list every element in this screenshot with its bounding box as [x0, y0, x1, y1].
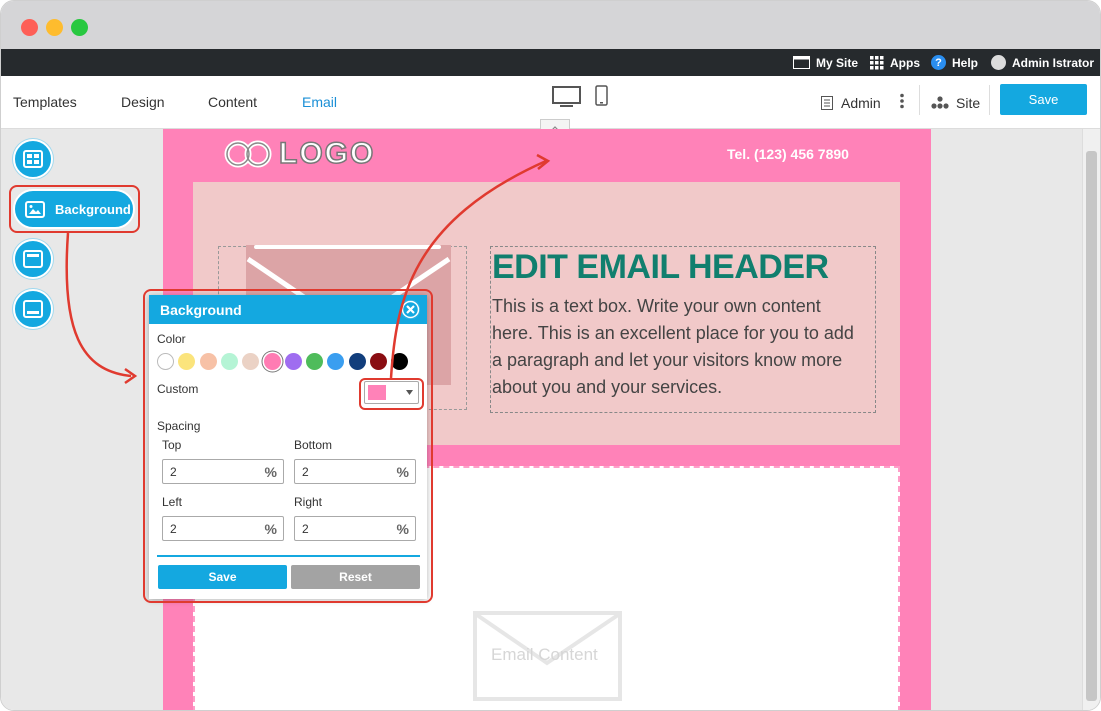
save-button[interactable]: Save	[1000, 84, 1087, 115]
envelope-flap-edge	[254, 245, 441, 249]
right-panel	[931, 129, 1100, 710]
logo-text: LOGO	[278, 136, 376, 171]
window-titlebar	[1, 1, 1100, 49]
editor-navbar: Templates Design Content Email Admin Sit…	[1, 76, 1100, 132]
desktop-view-icon[interactable]	[552, 86, 581, 108]
highlight-box	[9, 185, 140, 233]
help-label: Help	[952, 55, 979, 70]
footer-block-tool-button[interactable]	[13, 289, 53, 329]
header-paragraph: This is a text box. Write your own conte…	[492, 296, 854, 397]
help-link[interactable]: ? Help	[931, 49, 978, 76]
highlight-box	[359, 378, 424, 410]
infinity-logo-icon	[224, 140, 272, 168]
app-window: My Site Apps ? Help Admin Istrator Templ…	[0, 0, 1101, 711]
collapse-toolbar-toggle[interactable]	[540, 119, 570, 132]
header-block-icon	[23, 250, 43, 268]
header-title: EDIT EMAIL HEADER	[492, 248, 829, 286]
header-text-box[interactable]: EDIT EMAIL HEADER This is a text box. Wr…	[490, 246, 876, 413]
apps-link[interactable]: Apps	[870, 49, 920, 76]
tab-email[interactable]: Email	[302, 94, 337, 110]
highlight-box	[143, 289, 433, 603]
scrollbar-thumb[interactable]	[1086, 151, 1097, 701]
tab-content[interactable]: Content	[208, 94, 257, 110]
phone-number[interactable]: Tel. (123) 456 7890	[727, 146, 849, 162]
sitemap-icon	[931, 96, 949, 109]
nav-divider	[919, 85, 920, 115]
browser-window-icon	[793, 56, 810, 69]
nav-divider	[989, 85, 990, 115]
more-options-icon[interactable]	[899, 93, 905, 109]
admin-label: Admin	[841, 95, 881, 111]
document-icon	[821, 96, 833, 110]
tab-design[interactable]: Design	[121, 94, 165, 110]
site-label: Site	[956, 95, 981, 111]
user-menu[interactable]: Admin Istrator	[991, 49, 1094, 76]
close-window-button[interactable]	[21, 19, 38, 36]
content-placeholder-text: Email Content	[491, 645, 598, 664]
layout-grid-icon	[23, 150, 43, 168]
avatar-icon	[991, 55, 1006, 70]
help-icon: ?	[931, 55, 946, 70]
apps-grid-icon	[870, 55, 884, 69]
minimize-window-button[interactable]	[46, 19, 63, 36]
my-site-label: My Site	[816, 55, 859, 70]
admin-menu[interactable]: Admin	[821, 95, 881, 111]
my-site-link[interactable]: My Site	[793, 49, 858, 76]
logo[interactable]: LOGO	[223, 136, 376, 171]
footer-block-icon	[23, 300, 43, 318]
apps-label: Apps	[890, 55, 920, 70]
user-name: Admin Istrator	[1012, 55, 1095, 70]
admin-topbar: My Site Apps ? Help Admin Istrator	[1, 49, 1100, 76]
content-placeholder-image: Email Content	[473, 611, 622, 701]
maximize-window-button[interactable]	[71, 19, 88, 36]
site-menu[interactable]: Site	[931, 95, 980, 111]
tab-templates[interactable]: Templates	[13, 94, 77, 110]
mobile-view-icon[interactable]	[595, 85, 608, 106]
header-block-tool-button[interactable]	[13, 239, 53, 279]
layout-tool-button[interactable]	[13, 139, 53, 179]
